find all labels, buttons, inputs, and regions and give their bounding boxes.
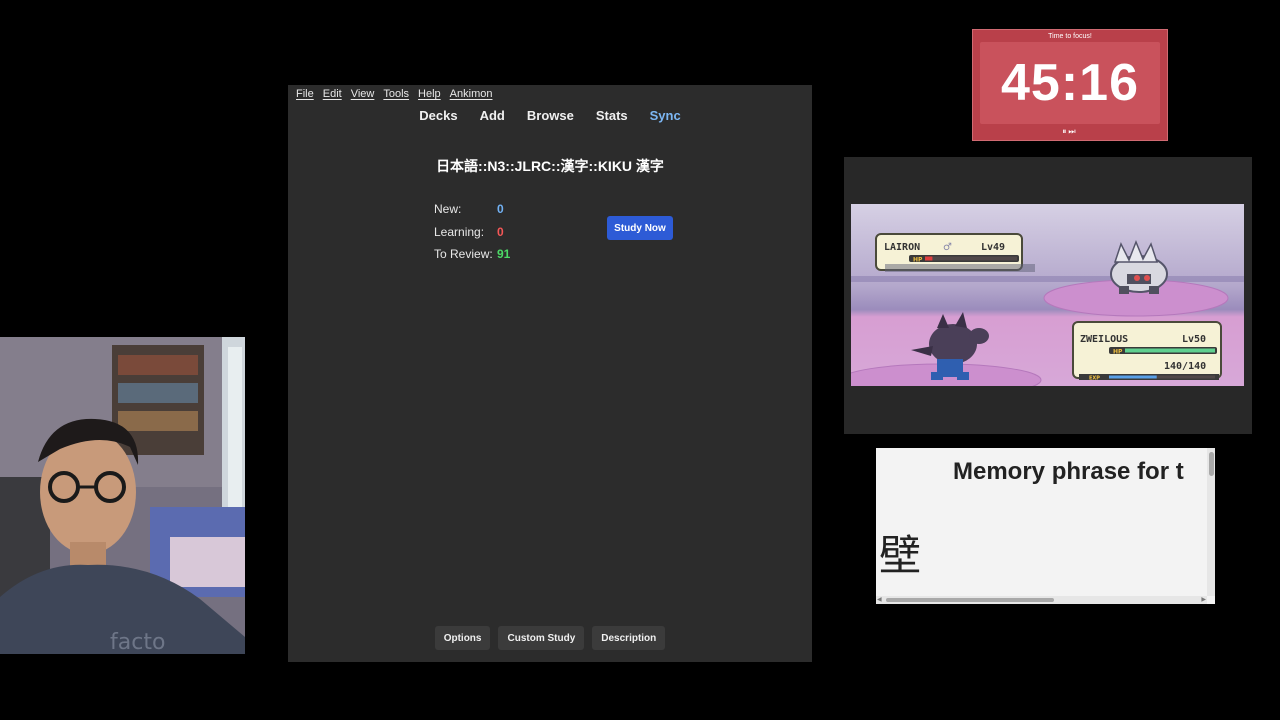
top-toolbar: Decks Add Browse Stats Sync [288,108,812,123]
timer-time: 45:16 [1001,54,1139,112]
battle-screen: LAIRON ♂ Lv49 HP ZWEILOUS Lv50 HP 140/14… [851,204,1244,386]
timer-display: 45:16 [980,42,1160,124]
horizontal-scrollbar[interactable]: ◀ ▶ [876,596,1207,604]
menu-edit[interactable]: Edit [323,88,342,100]
scroll-right-icon[interactable]: ▶ [1201,596,1206,603]
timer-title: Time to focus! [1048,33,1092,40]
memory-card: Memory phrase for t 壁 ◀ ▶ [876,448,1215,604]
timer-controls[interactable]: ⏸⏭ [973,127,1167,137]
stat-review: To Review: 91 [434,243,510,266]
stat-new-label: New: [434,202,462,217]
study-now-button[interactable]: Study Now [607,216,673,240]
stat-new: New: 0 [434,198,510,221]
enemy-gender-icon: ♂ [943,242,952,253]
webcam-image: facto [0,337,245,654]
toolbar-decks[interactable]: Decks [419,108,457,123]
deck-title: 日本語::N3::JLRC::漢字::KIKU 漢字 [436,158,664,174]
toolbar-stats[interactable]: Stats [596,108,628,123]
menu-bar: File Edit View Tools Help Ankimon [296,88,492,100]
player-hp-bar [1125,348,1215,353]
enemy-level: Lv49 [981,242,1005,253]
deck-actions: Options Custom Study Description [288,626,812,650]
player-status-box: ZWEILOUS Lv50 HP 140/140 EXP [1072,321,1222,382]
svg-text:facto: facto [110,630,165,654]
anki-window: File Edit View Tools Help Ankimon Decks … [288,85,812,662]
vertical-scrollbar[interactable] [1207,448,1215,596]
menu-help[interactable]: Help [418,88,441,100]
stat-review-label: To Review: [434,247,493,262]
stat-learning: Learning: 0 [434,221,510,244]
toolbar-sync[interactable]: Sync [650,108,681,123]
player-level: Lv50 [1182,334,1206,345]
battle-scene: LAIRON ♂ Lv49 HP ZWEILOUS Lv50 HP 140/14… [851,204,1244,386]
memory-phrase-heading: Memory phrase for t [953,458,1184,485]
custom-study-button[interactable]: Custom Study [498,626,585,650]
enemy-status-box: LAIRON ♂ Lv49 HP [875,233,1035,272]
menu-tools[interactable]: Tools [383,88,409,100]
kanji-character: 壁 [879,532,922,579]
player-exp-bar [1109,375,1157,379]
enemy-hp-label: HP [913,257,923,264]
description-button[interactable]: Description [592,626,666,650]
stat-new-value: 0 [497,202,504,217]
toolbar-browse[interactable]: Browse [527,108,574,123]
menu-file[interactable]: File [296,88,314,100]
stat-learning-label: Learning: [434,224,485,239]
menu-view[interactable]: View [351,88,375,100]
game-window: LAIRON ♂ Lv49 HP ZWEILOUS Lv50 HP 140/14… [844,157,1252,434]
enemy-hp-bar [925,256,933,261]
deck-stats: New: 0 Learning: 0 To Review: 91 [434,198,510,266]
player-hp-label: HP [1113,349,1123,356]
vertical-scroll-thumb[interactable] [1209,452,1214,476]
player-name: ZWEILOUS [1080,334,1128,345]
stat-review-value: 91 [497,247,511,262]
stat-learning-value: 0 [497,224,504,239]
player-hp-text: 140/140 [1164,361,1206,372]
horizontal-scroll-thumb[interactable] [886,598,1054,602]
options-button[interactable]: Options [434,626,491,650]
toolbar-add[interactable]: Add [480,108,505,123]
menu-ankimon[interactable]: Ankimon [450,88,493,100]
scroll-left-icon[interactable]: ◀ [877,596,882,603]
player-exp-label: EXP [1089,376,1100,382]
focus-timer: Time to focus! 45:16 ⏸⏭ [972,29,1168,141]
webcam-feed: facto [0,337,245,654]
enemy-name: LAIRON [884,242,920,253]
